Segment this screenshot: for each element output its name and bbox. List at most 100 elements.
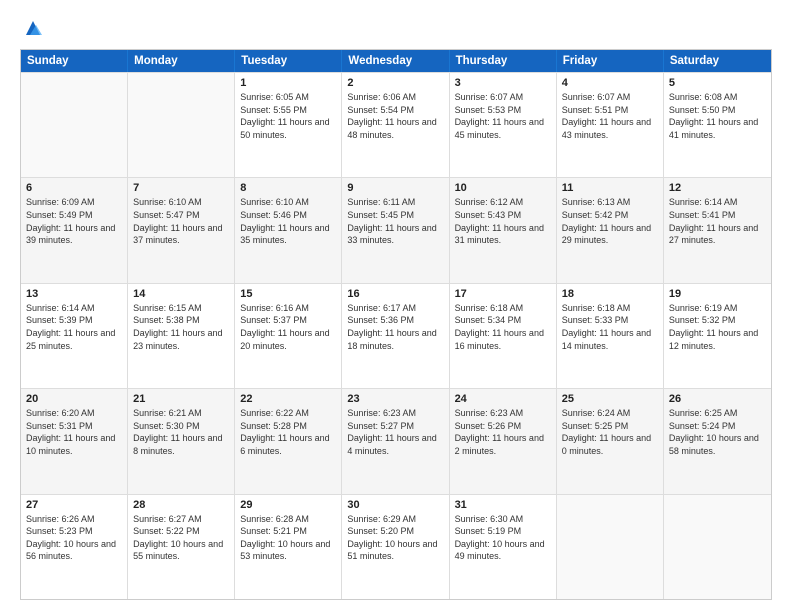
- day-number: 16: [347, 288, 443, 300]
- day-number: 27: [26, 499, 122, 511]
- calendar-cell: [128, 73, 235, 177]
- logo-icon: [22, 17, 44, 39]
- calendar-cell: 6Sunrise: 6:09 AM Sunset: 5:49 PM Daylig…: [21, 178, 128, 282]
- day-number: 25: [562, 393, 658, 405]
- day-number: 9: [347, 182, 443, 194]
- calendar-header-cell: Tuesday: [235, 50, 342, 72]
- calendar-cell: 31 Sunrise: 6:30 AM Sunset: 5:19 PM Dayli…: [450, 495, 557, 599]
- cell-text: Sunrise: 6:23 AM Sunset: 5:27 PM Dayligh…: [347, 407, 443, 457]
- cell-text: Sunrise: 6:27 AM Sunset: 5:22 PM Dayligh…: [133, 513, 229, 563]
- calendar-cell: 27 Sunrise: 6:26 AM Sunset: 5:23 PM Dayli…: [21, 495, 128, 599]
- day-number: 28: [133, 499, 229, 511]
- calendar-header: SundayMondayTuesdayWednesdayThursdayFrid…: [21, 50, 771, 72]
- cell-text: Sunrise: 6:06 AM Sunset: 5:54 PM Dayligh…: [347, 91, 443, 141]
- calendar-cell: 22 Sunrise: 6:22 AM Sunset: 5:28 PM Dayli…: [235, 389, 342, 493]
- calendar-cell: 24Sunrise: 6:23 AM Sunset: 5:26 PM Dayli…: [450, 389, 557, 493]
- calendar-cell: 3 Sunrise: 6:07 AM Sunset: 5:53 PM Daylig…: [450, 73, 557, 177]
- calendar-cell: 5Sunrise: 6:08 AM Sunset: 5:50 PM Daylig…: [664, 73, 771, 177]
- calendar-cell: 29 Sunrise: 6:28 AM Sunset: 5:21 PM Dayli…: [235, 495, 342, 599]
- cell-text: Sunrise: 6:18 AM Sunset: 5:34 PM Dayligh…: [455, 302, 551, 352]
- logo: [20, 16, 44, 39]
- calendar-row: 13 Sunrise: 6:14 AM Sunset: 5:39 PM Dayli…: [21, 283, 771, 388]
- cell-text: Sunrise: 6:14 AM Sunset: 5:39 PM Dayligh…: [26, 302, 122, 352]
- calendar-cell: [21, 73, 128, 177]
- cell-text: Sunrise: 6:26 AM Sunset: 5:23 PM Dayligh…: [26, 513, 122, 563]
- cell-text: Sunrise: 6:18 AM Sunset: 5:33 PM Dayligh…: [562, 302, 658, 352]
- day-number: 23: [347, 393, 443, 405]
- day-number: 20: [26, 393, 122, 405]
- day-number: 26: [669, 393, 766, 405]
- calendar-cell: 11 Sunrise: 6:13 AM Sunset: 5:42 PM Dayli…: [557, 178, 664, 282]
- cell-text: Sunrise: 6:13 AM Sunset: 5:42 PM Dayligh…: [562, 196, 658, 246]
- cell-text: Sunrise: 6:12 AM Sunset: 5:43 PM Dayligh…: [455, 196, 551, 246]
- calendar-cell: 19Sunrise: 6:19 AM Sunset: 5:32 PM Dayli…: [664, 284, 771, 388]
- calendar-cell: 25Sunrise: 6:24 AM Sunset: 5:25 PM Dayli…: [557, 389, 664, 493]
- calendar-cell: 12Sunrise: 6:14 AM Sunset: 5:41 PM Dayli…: [664, 178, 771, 282]
- calendar-cell: 20 Sunrise: 6:20 AM Sunset: 5:31 PM Dayli…: [21, 389, 128, 493]
- calendar-row: 27 Sunrise: 6:26 AM Sunset: 5:23 PM Dayli…: [21, 494, 771, 599]
- cell-text: Sunrise: 6:08 AM Sunset: 5:50 PM Dayligh…: [669, 91, 766, 141]
- day-number: 7: [133, 182, 229, 194]
- cell-text: Sunrise: 6:10 AM Sunset: 5:47 PM Dayligh…: [133, 196, 229, 246]
- cell-text: Sunrise: 6:21 AM Sunset: 5:30 PM Dayligh…: [133, 407, 229, 457]
- day-number: 21: [133, 393, 229, 405]
- cell-text: Sunrise: 6:16 AM Sunset: 5:37 PM Dayligh…: [240, 302, 336, 352]
- calendar-cell: 7 Sunrise: 6:10 AM Sunset: 5:47 PM Daylig…: [128, 178, 235, 282]
- day-number: 15: [240, 288, 336, 300]
- cell-text: Sunrise: 6:25 AM Sunset: 5:24 PM Dayligh…: [669, 407, 766, 457]
- day-number: 14: [133, 288, 229, 300]
- calendar-cell: 13 Sunrise: 6:14 AM Sunset: 5:39 PM Dayli…: [21, 284, 128, 388]
- cell-text: Sunrise: 6:22 AM Sunset: 5:28 PM Dayligh…: [240, 407, 336, 457]
- calendar-header-cell: Sunday: [21, 50, 128, 72]
- calendar-cell: 2 Sunrise: 6:06 AM Sunset: 5:54 PM Daylig…: [342, 73, 449, 177]
- cell-text: Sunrise: 6:20 AM Sunset: 5:31 PM Dayligh…: [26, 407, 122, 457]
- calendar-header-cell: Monday: [128, 50, 235, 72]
- day-number: 3: [455, 77, 551, 89]
- day-number: 4: [562, 77, 658, 89]
- day-number: 22: [240, 393, 336, 405]
- calendar-cell: [557, 495, 664, 599]
- calendar-cell: 8 Sunrise: 6:10 AM Sunset: 5:46 PM Daylig…: [235, 178, 342, 282]
- cell-text: Sunrise: 6:11 AM Sunset: 5:45 PM Dayligh…: [347, 196, 443, 246]
- cell-text: Sunrise: 6:23 AM Sunset: 5:26 PM Dayligh…: [455, 407, 551, 457]
- day-number: 1: [240, 77, 336, 89]
- calendar-header-cell: Wednesday: [342, 50, 449, 72]
- day-number: 29: [240, 499, 336, 511]
- cell-text: Sunrise: 6:30 AM Sunset: 5:19 PM Dayligh…: [455, 513, 551, 563]
- calendar-row: 6Sunrise: 6:09 AM Sunset: 5:49 PM Daylig…: [21, 177, 771, 282]
- calendar-cell: 18 Sunrise: 6:18 AM Sunset: 5:33 PM Dayli…: [557, 284, 664, 388]
- day-number: 18: [562, 288, 658, 300]
- calendar-cell: [664, 495, 771, 599]
- day-number: 2: [347, 77, 443, 89]
- calendar: SundayMondayTuesdayWednesdayThursdayFrid…: [20, 49, 772, 600]
- calendar-row: 20 Sunrise: 6:20 AM Sunset: 5:31 PM Dayli…: [21, 388, 771, 493]
- day-number: 8: [240, 182, 336, 194]
- day-number: 17: [455, 288, 551, 300]
- day-number: 31: [455, 499, 551, 511]
- calendar-header-cell: Friday: [557, 50, 664, 72]
- cell-text: Sunrise: 6:07 AM Sunset: 5:51 PM Dayligh…: [562, 91, 658, 141]
- calendar-row: 1 Sunrise: 6:05 AM Sunset: 5:55 PM Daylig…: [21, 72, 771, 177]
- cell-text: Sunrise: 6:19 AM Sunset: 5:32 PM Dayligh…: [669, 302, 766, 352]
- cell-text: Sunrise: 6:09 AM Sunset: 5:49 PM Dayligh…: [26, 196, 122, 246]
- calendar-cell: 30Sunrise: 6:29 AM Sunset: 5:20 PM Dayli…: [342, 495, 449, 599]
- header: [20, 16, 772, 39]
- calendar-header-cell: Saturday: [664, 50, 771, 72]
- cell-text: Sunrise: 6:10 AM Sunset: 5:46 PM Dayligh…: [240, 196, 336, 246]
- calendar-cell: 26 Sunrise: 6:25 AM Sunset: 5:24 PM Dayli…: [664, 389, 771, 493]
- cell-text: Sunrise: 6:28 AM Sunset: 5:21 PM Dayligh…: [240, 513, 336, 563]
- calendar-cell: 17 Sunrise: 6:18 AM Sunset: 5:34 PM Dayli…: [450, 284, 557, 388]
- calendar-cell: 14Sunrise: 6:15 AM Sunset: 5:38 PM Dayli…: [128, 284, 235, 388]
- calendar-cell: 9 Sunrise: 6:11 AM Sunset: 5:45 PM Daylig…: [342, 178, 449, 282]
- cell-text: Sunrise: 6:07 AM Sunset: 5:53 PM Dayligh…: [455, 91, 551, 141]
- day-number: 10: [455, 182, 551, 194]
- calendar-cell: 21 Sunrise: 6:21 AM Sunset: 5:30 PM Dayli…: [128, 389, 235, 493]
- cell-text: Sunrise: 6:05 AM Sunset: 5:55 PM Dayligh…: [240, 91, 336, 141]
- cell-text: Sunrise: 6:29 AM Sunset: 5:20 PM Dayligh…: [347, 513, 443, 563]
- day-number: 13: [26, 288, 122, 300]
- calendar-cell: 16Sunrise: 6:17 AM Sunset: 5:36 PM Dayli…: [342, 284, 449, 388]
- day-number: 11: [562, 182, 658, 194]
- calendar-cell: 4 Sunrise: 6:07 AM Sunset: 5:51 PM Daylig…: [557, 73, 664, 177]
- day-number: 12: [669, 182, 766, 194]
- calendar-cell: 1 Sunrise: 6:05 AM Sunset: 5:55 PM Daylig…: [235, 73, 342, 177]
